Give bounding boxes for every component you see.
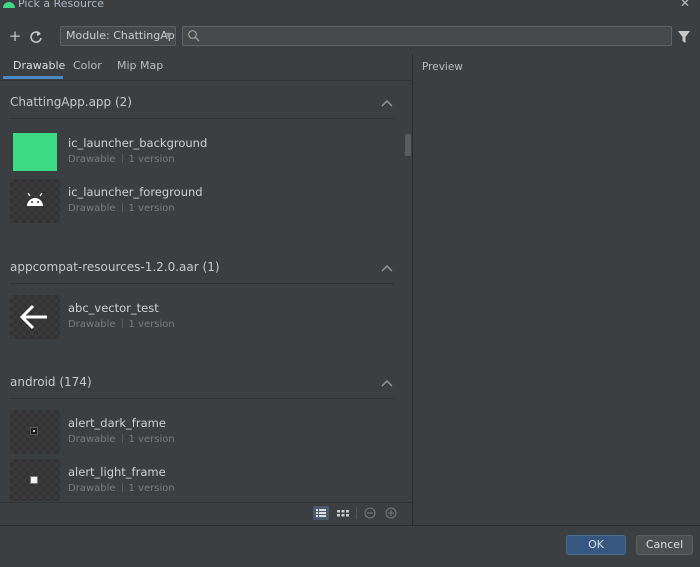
filter-icon[interactable] bbox=[677, 30, 691, 44]
resource-meta: Drawable 1 version bbox=[68, 434, 175, 445]
divider bbox=[10, 398, 394, 399]
chevron-down-icon: ▼ bbox=[165, 31, 172, 40]
list-item[interactable]: alert_light_frame Drawable 1 version bbox=[10, 459, 394, 501]
grid-view-icon[interactable] bbox=[335, 506, 351, 520]
resource-name: ic_launcher_background bbox=[68, 136, 208, 150]
resource-thumbnail bbox=[10, 130, 60, 174]
resource-meta: Drawable 1 version bbox=[68, 203, 175, 214]
resource-browser-panel: Drawable Color Mip Map ChattingApp.app (… bbox=[0, 54, 413, 525]
list-item[interactable]: ic_launcher_foreground Drawable 1 version bbox=[10, 179, 394, 225]
list-item[interactable]: ic_launcher_background Drawable 1 version bbox=[10, 130, 394, 176]
resource-thumbnail bbox=[10, 459, 60, 501]
module-select[interactable]: Module: ChattingApp ▼ bbox=[60, 26, 176, 46]
chevron-up-icon[interactable] bbox=[381, 378, 393, 388]
resource-list: ChattingApp.app (2) ic_launcher_backgrou… bbox=[0, 81, 412, 501]
divider bbox=[356, 507, 357, 519]
resource-name: abc_vector_test bbox=[68, 301, 159, 315]
chevron-up-icon[interactable] bbox=[381, 263, 393, 273]
preview-label: Preview bbox=[422, 61, 463, 73]
search-icon bbox=[188, 30, 200, 42]
resource-thumbnail bbox=[10, 410, 60, 454]
divider bbox=[10, 118, 394, 119]
cancel-button[interactable]: Cancel bbox=[636, 535, 693, 555]
title-bar: Pick a Resource ✕ bbox=[0, 0, 700, 12]
list-item[interactable]: alert_dark_frame Drawable 1 version bbox=[10, 410, 394, 456]
module-select-value: Module: ChattingApp bbox=[66, 29, 176, 42]
group-header-appcompat[interactable]: appcompat-resources-1.2.0.aar (1) bbox=[10, 260, 220, 274]
resource-name: alert_light_frame bbox=[68, 465, 166, 479]
resource-name: ic_launcher_foreground bbox=[68, 185, 203, 199]
active-tab-indicator bbox=[3, 76, 63, 79]
list-item[interactable]: abc_vector_test Drawable 1 version bbox=[10, 295, 394, 341]
zoom-out-icon[interactable] bbox=[362, 506, 378, 520]
group-header-chattingapp[interactable]: ChattingApp.app (2) bbox=[10, 95, 132, 109]
tab-color[interactable]: Color bbox=[73, 59, 102, 79]
divider bbox=[10, 283, 394, 284]
chevron-up-icon[interactable] bbox=[381, 98, 393, 108]
group-header-android[interactable]: android (174) bbox=[10, 375, 92, 389]
scrollbar-thumb[interactable] bbox=[405, 134, 411, 156]
refresh-icon[interactable] bbox=[29, 30, 43, 44]
view-options-bar bbox=[0, 502, 412, 525]
frame-preview bbox=[30, 427, 38, 435]
zoom-in-icon[interactable] bbox=[383, 506, 399, 520]
ok-button[interactable]: OK bbox=[566, 535, 626, 555]
android-head-icon bbox=[27, 193, 43, 206]
preview-panel: Preview bbox=[414, 54, 700, 525]
resource-name: alert_dark_frame bbox=[68, 416, 166, 430]
resource-meta: Drawable 1 version bbox=[68, 154, 175, 165]
resource-thumbnail bbox=[10, 179, 60, 223]
window-title: Pick a Resource bbox=[18, 0, 105, 10]
resource-meta: Drawable 1 version bbox=[68, 319, 175, 330]
arrow-left-icon bbox=[19, 304, 47, 330]
dialog-footer: OK Cancel bbox=[0, 525, 700, 567]
toolbar: + Module: ChattingApp ▼ bbox=[0, 24, 700, 50]
search-input[interactable] bbox=[182, 26, 672, 46]
resource-thumbnail bbox=[10, 295, 60, 339]
tab-mip-map[interactable]: Mip Map bbox=[117, 59, 163, 79]
frame-preview bbox=[30, 476, 38, 484]
close-icon[interactable]: ✕ bbox=[680, 0, 690, 10]
resource-meta: Drawable 1 version bbox=[68, 483, 175, 494]
add-resource-button[interactable]: + bbox=[7, 27, 23, 45]
android-logo-icon bbox=[3, 2, 15, 8]
resource-tabs: Drawable Color Mip Map bbox=[0, 54, 412, 81]
list-view-icon[interactable] bbox=[313, 506, 329, 520]
